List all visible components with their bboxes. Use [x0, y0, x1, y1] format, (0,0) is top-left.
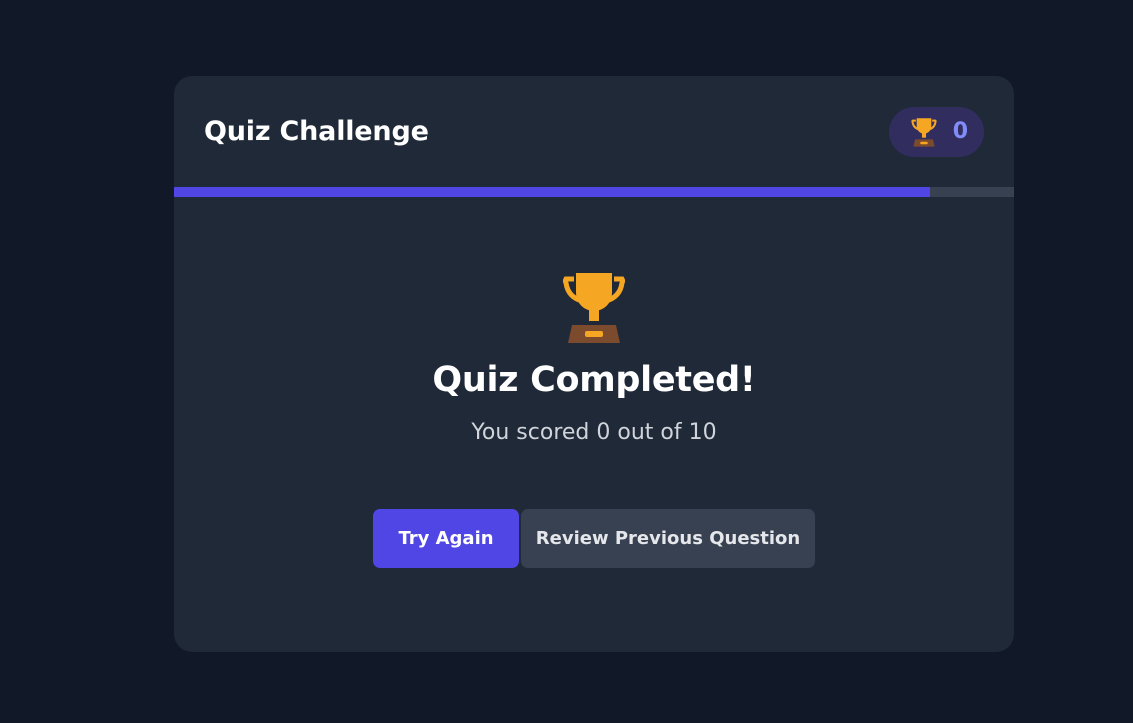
result-title: Quiz Completed! [432, 360, 756, 400]
trophy-icon [562, 270, 626, 344]
result-panel: Quiz Completed! You scored 0 out of 10 T… [174, 197, 1014, 568]
quiz-title: Quiz Challenge [204, 116, 429, 147]
quiz-header: Quiz Challenge 0 [174, 76, 1014, 187]
progress-fill [174, 187, 930, 197]
result-actions: Try Again Review Previous Question [373, 509, 815, 568]
score-value: 0 [952, 119, 968, 144]
progress-bar [174, 187, 1014, 197]
try-again-button[interactable]: Try Again [373, 509, 519, 568]
result-score-text: You scored 0 out of 10 [471, 420, 717, 445]
trophy-icon [911, 117, 937, 147]
review-previous-question-button[interactable]: Review Previous Question [521, 509, 815, 568]
quiz-card: Quiz Challenge 0 Quiz Completed! You sco… [174, 76, 1014, 652]
score-badge: 0 [888, 106, 984, 157]
